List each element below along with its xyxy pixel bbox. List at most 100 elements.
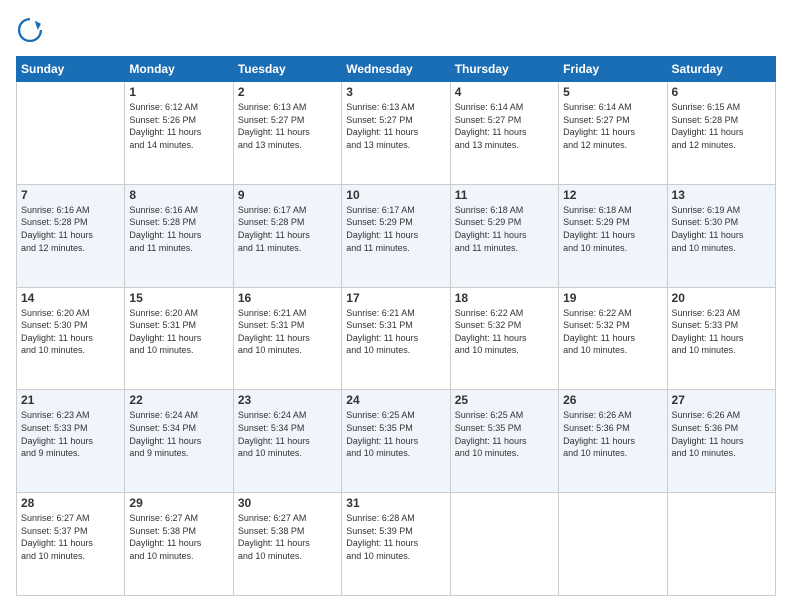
calendar-cell: 28Sunrise: 6:27 AM Sunset: 5:37 PM Dayli…: [17, 493, 125, 596]
day-info: Sunrise: 6:13 AM Sunset: 5:27 PM Dayligh…: [238, 101, 337, 151]
calendar-cell: 4Sunrise: 6:14 AM Sunset: 5:27 PM Daylig…: [450, 82, 558, 185]
calendar-cell: 13 Sunrise: 6:19 AM Sunset: 5:30 PM Dayli…: [667, 184, 775, 287]
weekday-header: Wednesday: [342, 57, 450, 82]
header: [16, 16, 776, 44]
day-number: 18: [455, 291, 554, 305]
calendar-cell: 14 Sunrise: 6:20 AM Sunset: 5:30 PM Dayli…: [17, 287, 125, 390]
day-number: 19: [563, 291, 662, 305]
calendar-cell: [559, 493, 667, 596]
calendar-cell: 18 Sunrise: 6:22 AM Sunset: 5:32 PM Dayli…: [450, 287, 558, 390]
weekday-header: Sunday: [17, 57, 125, 82]
day-number: 13: [672, 188, 771, 202]
day-number: 2: [238, 85, 337, 99]
calendar-cell: 20 Sunrise: 6:23 AM Sunset: 5:33 PM Dayli…: [667, 287, 775, 390]
day-info: Sunrise: 6:20 AM Sunset: 5:30 PM Dayligh…: [21, 307, 120, 357]
day-info: Sunrise: 6:26 AM Sunset: 5:36 PM Dayligh…: [672, 409, 771, 459]
day-number: 4: [455, 85, 554, 99]
day-number: 1: [129, 85, 228, 99]
page: SundayMondayTuesdayWednesdayThursdayFrid…: [0, 0, 792, 612]
calendar-cell: 11 Sunrise: 6:18 AM Sunset: 5:29 PM Dayli…: [450, 184, 558, 287]
day-number: 30: [238, 496, 337, 510]
calendar-cell: 3 Sunrise: 6:13 AM Sunset: 5:27 PM Daylig…: [342, 82, 450, 185]
day-number: 11: [455, 188, 554, 202]
day-number: 20: [672, 291, 771, 305]
calendar-week-row: 7 Sunrise: 6:16 AM Sunset: 5:28 PM Daylig…: [17, 184, 776, 287]
calendar-cell: 7 Sunrise: 6:16 AM Sunset: 5:28 PM Daylig…: [17, 184, 125, 287]
calendar-week-row: 21 Sunrise: 6:23 AM Sunset: 5:33 PM Dayli…: [17, 390, 776, 493]
day-info: Sunrise: 6:13 AM Sunset: 5:27 PM Dayligh…: [346, 101, 445, 151]
day-number: 25: [455, 393, 554, 407]
day-info: Sunrise: 6:23 AM Sunset: 5:33 PM Dayligh…: [21, 409, 120, 459]
calendar-cell: 19 Sunrise: 6:22 AM Sunset: 5:32 PM Dayli…: [559, 287, 667, 390]
day-info: Sunrise: 6:27 AM Sunset: 5:38 PM Dayligh…: [238, 512, 337, 562]
calendar-header-row: SundayMondayTuesdayWednesdayThursdayFrid…: [17, 57, 776, 82]
calendar-cell: 25 Sunrise: 6:25 AM Sunset: 5:35 PM Dayli…: [450, 390, 558, 493]
day-info: Sunrise: 6:24 AM Sunset: 5:34 PM Dayligh…: [129, 409, 228, 459]
calendar-cell: 5Sunrise: 6:14 AM Sunset: 5:27 PM Daylig…: [559, 82, 667, 185]
calendar-cell: 15 Sunrise: 6:20 AM Sunset: 5:31 PM Dayli…: [125, 287, 233, 390]
day-info: Sunrise: 6:15 AM Sunset: 5:28 PM Dayligh…: [672, 101, 771, 151]
day-info: Sunrise: 6:20 AM Sunset: 5:31 PM Dayligh…: [129, 307, 228, 357]
calendar-cell: 1 Sunrise: 6:12 AM Sunset: 5:26 PM Daylig…: [125, 82, 233, 185]
day-info: Sunrise: 6:25 AM Sunset: 5:35 PM Dayligh…: [455, 409, 554, 459]
calendar-week-row: 1 Sunrise: 6:12 AM Sunset: 5:26 PM Daylig…: [17, 82, 776, 185]
day-info: Sunrise: 6:27 AM Sunset: 5:38 PM Dayligh…: [129, 512, 228, 562]
day-number: 6: [672, 85, 771, 99]
day-info: Sunrise: 6:28 AM Sunset: 5:39 PM Dayligh…: [346, 512, 445, 562]
day-number: 27: [672, 393, 771, 407]
calendar-cell: 2 Sunrise: 6:13 AM Sunset: 5:27 PM Daylig…: [233, 82, 341, 185]
calendar-cell: 6 Sunrise: 6:15 AM Sunset: 5:28 PM Daylig…: [667, 82, 775, 185]
day-number: 8: [129, 188, 228, 202]
day-info: Sunrise: 6:23 AM Sunset: 5:33 PM Dayligh…: [672, 307, 771, 357]
day-info: Sunrise: 6:26 AM Sunset: 5:36 PM Dayligh…: [563, 409, 662, 459]
calendar-cell: [17, 82, 125, 185]
calendar-cell: 26 Sunrise: 6:26 AM Sunset: 5:36 PM Dayli…: [559, 390, 667, 493]
day-info: Sunrise: 6:12 AM Sunset: 5:26 PM Dayligh…: [129, 101, 228, 151]
calendar-week-row: 28Sunrise: 6:27 AM Sunset: 5:37 PM Dayli…: [17, 493, 776, 596]
day-number: 26: [563, 393, 662, 407]
day-number: 24: [346, 393, 445, 407]
calendar-cell: 9 Sunrise: 6:17 AM Sunset: 5:28 PM Daylig…: [233, 184, 341, 287]
day-number: 17: [346, 291, 445, 305]
day-number: 7: [21, 188, 120, 202]
calendar-cell: 21 Sunrise: 6:23 AM Sunset: 5:33 PM Dayli…: [17, 390, 125, 493]
calendar-cell: 16 Sunrise: 6:21 AM Sunset: 5:31 PM Dayli…: [233, 287, 341, 390]
day-number: 21: [21, 393, 120, 407]
day-number: 31: [346, 496, 445, 510]
day-info: Sunrise: 6:25 AM Sunset: 5:35 PM Dayligh…: [346, 409, 445, 459]
calendar-cell: [667, 493, 775, 596]
calendar-cell: 12Sunrise: 6:18 AM Sunset: 5:29 PM Dayli…: [559, 184, 667, 287]
day-info: Sunrise: 6:19 AM Sunset: 5:30 PM Dayligh…: [672, 204, 771, 254]
day-info: Sunrise: 6:18 AM Sunset: 5:29 PM Dayligh…: [455, 204, 554, 254]
day-info: Sunrise: 6:18 AM Sunset: 5:29 PM Dayligh…: [563, 204, 662, 254]
calendar-cell: 27 Sunrise: 6:26 AM Sunset: 5:36 PM Dayli…: [667, 390, 775, 493]
calendar-cell: 8 Sunrise: 6:16 AM Sunset: 5:28 PM Daylig…: [125, 184, 233, 287]
day-info: Sunrise: 6:22 AM Sunset: 5:32 PM Dayligh…: [563, 307, 662, 357]
calendar-cell: 10Sunrise: 6:17 AM Sunset: 5:29 PM Dayli…: [342, 184, 450, 287]
day-number: 15: [129, 291, 228, 305]
day-info: Sunrise: 6:21 AM Sunset: 5:31 PM Dayligh…: [346, 307, 445, 357]
calendar-week-row: 14 Sunrise: 6:20 AM Sunset: 5:30 PM Dayli…: [17, 287, 776, 390]
logo-icon: [16, 16, 44, 44]
day-info: Sunrise: 6:16 AM Sunset: 5:28 PM Dayligh…: [129, 204, 228, 254]
calendar-cell: 30 Sunrise: 6:27 AM Sunset: 5:38 PM Dayli…: [233, 493, 341, 596]
day-number: 16: [238, 291, 337, 305]
day-info: Sunrise: 6:27 AM Sunset: 5:37 PM Dayligh…: [21, 512, 120, 562]
day-info: Sunrise: 6:22 AM Sunset: 5:32 PM Dayligh…: [455, 307, 554, 357]
day-info: Sunrise: 6:16 AM Sunset: 5:28 PM Dayligh…: [21, 204, 120, 254]
day-number: 23: [238, 393, 337, 407]
logo: [16, 16, 48, 44]
day-number: 3: [346, 85, 445, 99]
day-number: 9: [238, 188, 337, 202]
day-number: 14: [21, 291, 120, 305]
day-info: Sunrise: 6:21 AM Sunset: 5:31 PM Dayligh…: [238, 307, 337, 357]
weekday-header: Saturday: [667, 57, 775, 82]
calendar-cell: 23Sunrise: 6:24 AM Sunset: 5:34 PM Dayli…: [233, 390, 341, 493]
day-number: 5: [563, 85, 662, 99]
calendar-cell: 31 Sunrise: 6:28 AM Sunset: 5:39 PM Dayli…: [342, 493, 450, 596]
calendar-cell: 22Sunrise: 6:24 AM Sunset: 5:34 PM Dayli…: [125, 390, 233, 493]
calendar-cell: 17 Sunrise: 6:21 AM Sunset: 5:31 PM Dayli…: [342, 287, 450, 390]
weekday-header: Monday: [125, 57, 233, 82]
weekday-header: Tuesday: [233, 57, 341, 82]
day-info: Sunrise: 6:17 AM Sunset: 5:28 PM Dayligh…: [238, 204, 337, 254]
